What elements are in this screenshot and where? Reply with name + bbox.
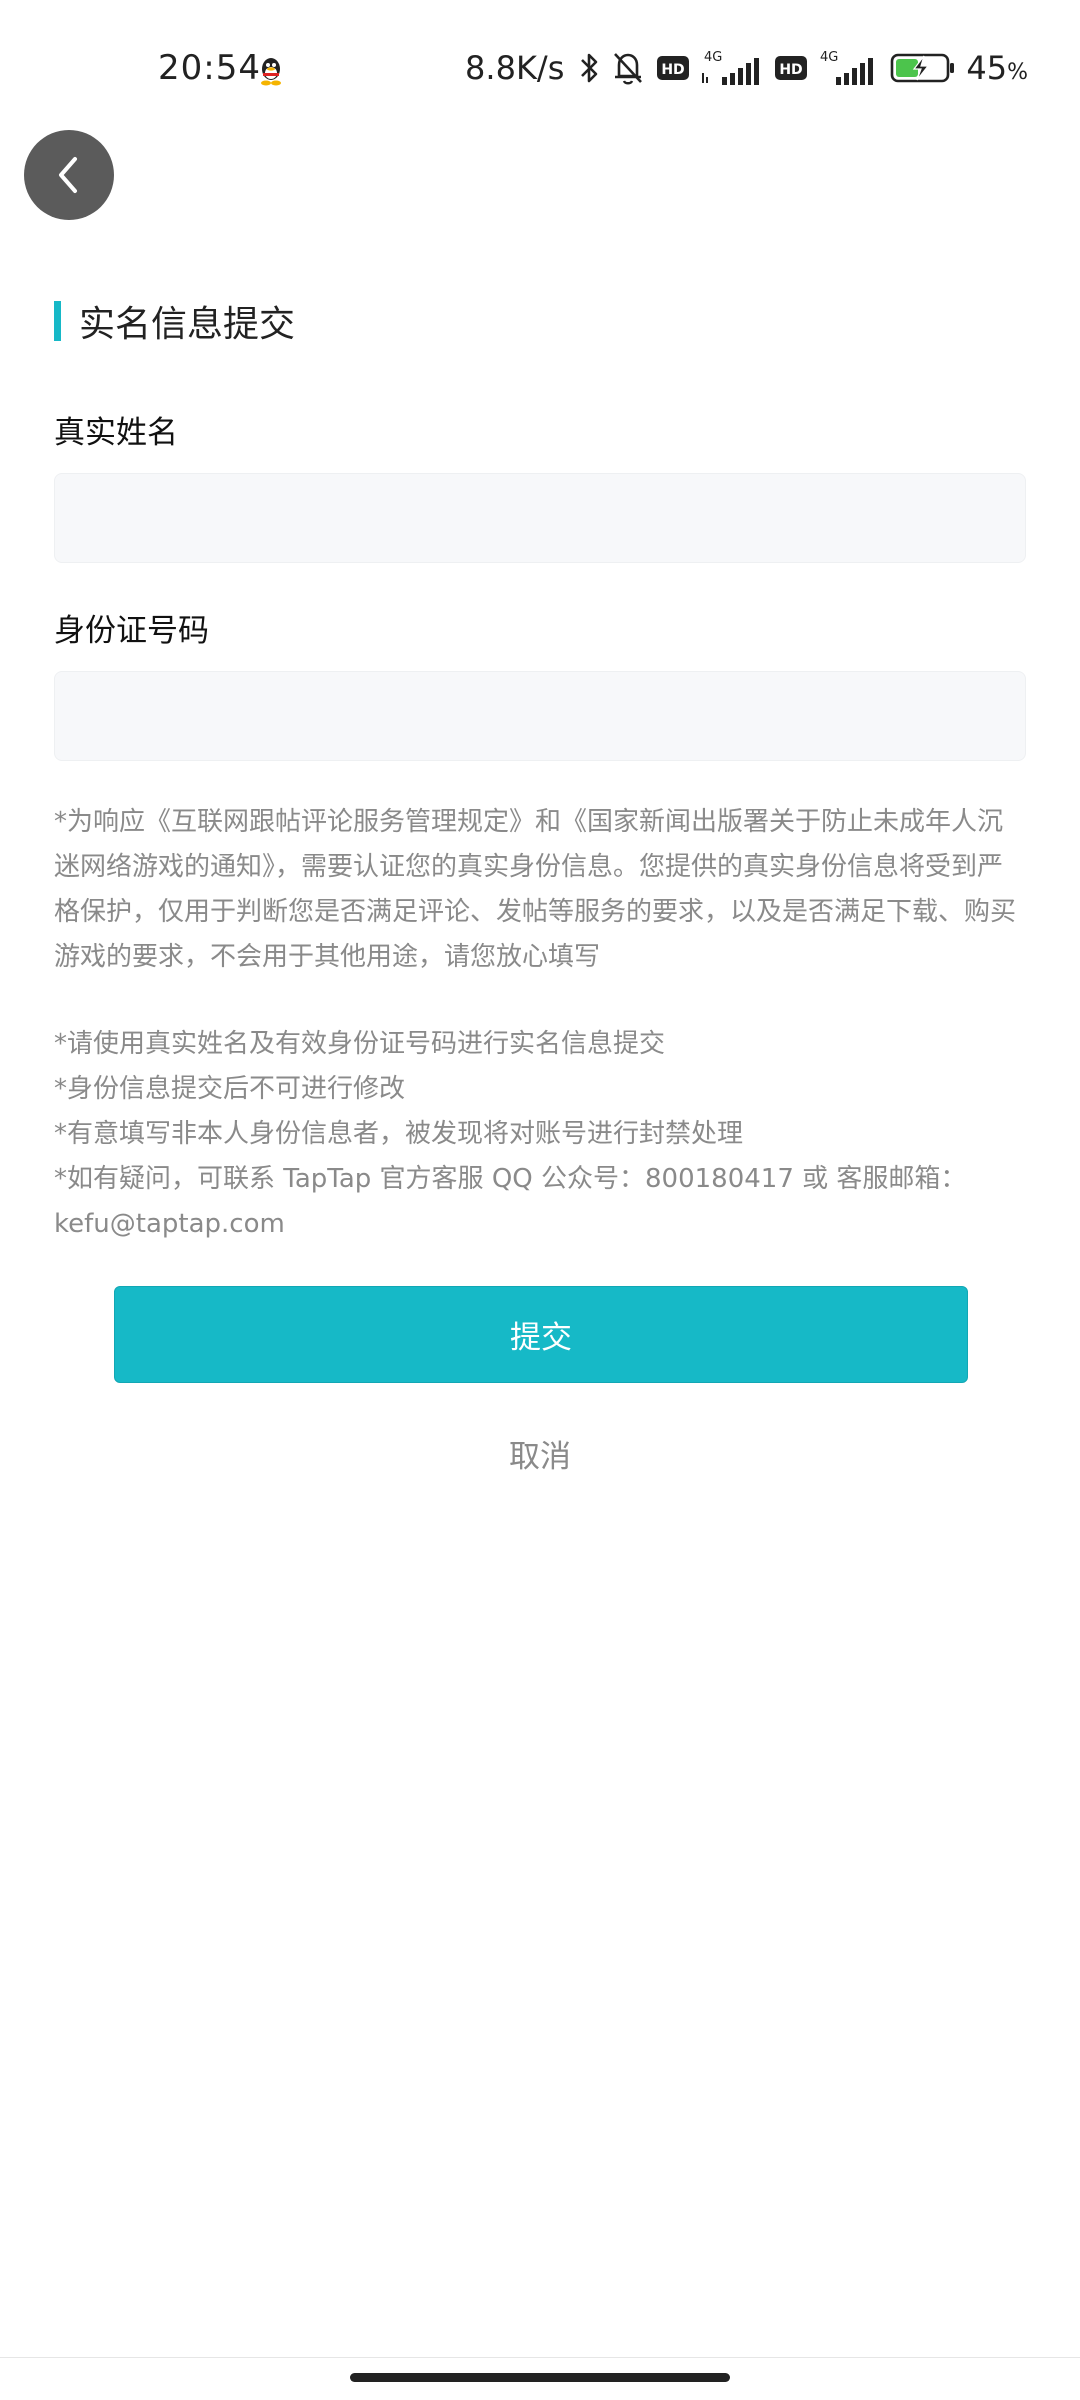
status-bar: 20:54 8.8K/s HD 4G HD 4G 45% [0,0,1080,140]
cancel-button[interactable]: 取消 [440,1432,640,1482]
back-button[interactable] [24,130,114,220]
mute-bell-icon [614,53,643,85]
svg-text:4G: 4G [820,50,838,65]
rule-item: *有意填写非本人身份信息者，被发现将对账号进行封禁处理 [54,1119,744,1149]
bluetooth-icon [581,53,598,83]
notice-paragraph: *为响应《互联网跟帖评论服务管理规定》和《国家新闻出版署关于防止未成年人沉迷网络… [54,807,1017,972]
battery-charging-icon [891,53,955,83]
battery-percent: 45% [966,49,1028,87]
signal-icon: 4G [702,50,760,85]
title-accent-bar [54,301,61,341]
name-input[interactable] [54,473,1026,563]
bottom-divider [0,2357,1080,2358]
qq-icon [261,58,281,86]
name-label: 真实姓名 [54,415,178,451]
rule-item: *请使用真实姓名及有效身份证号码进行实名信息提交 [54,1029,666,1059]
status-time: 20:54 [158,48,261,88]
home-indicator[interactable] [350,2373,730,2382]
svg-text:HD: HD [780,62,803,78]
hd-icon: HD [775,56,808,80]
section-title: 实名信息提交 [54,300,295,345]
rule-item: *身份信息提交后不可进行修改 [54,1074,406,1104]
page-title: 实名信息提交 [79,304,296,345]
net-speed: 8.8K/s [465,49,565,87]
status-right-group: 8.8K/s HD 4G HD 4G 45% [465,46,1028,90]
submit-button[interactable]: 提交 [114,1286,968,1383]
id-number-input[interactable] [54,671,1026,761]
svg-text:HD: HD [662,62,685,78]
hd-icon: HD [657,56,690,80]
rules-list: *请使用真实姓名及有效身份证号码进行实名信息提交 *身份信息提交后不可进行修改 … [54,1022,1026,1247]
svg-text:4G: 4G [704,50,722,65]
chevron-left-icon [59,157,77,193]
signal-icon: 4G [820,50,874,85]
rule-item: *如有疑问，可联系 TapTap 官方客服 QQ 公众号：800180417 或… [54,1164,967,1239]
id-number-label: 身份证号码 [54,613,209,649]
